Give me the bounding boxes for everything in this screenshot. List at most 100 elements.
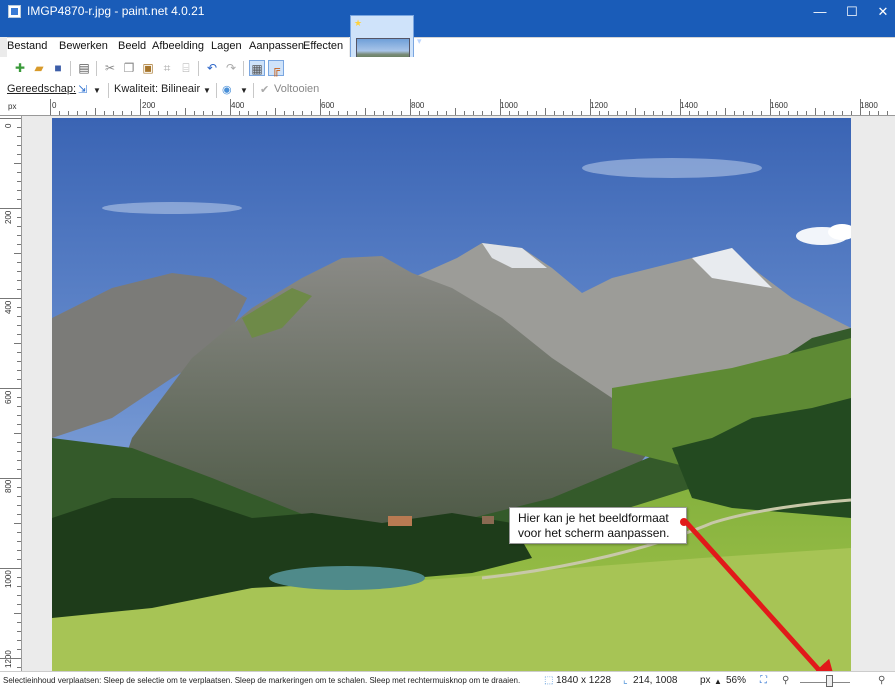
ruler-tick [653,111,654,115]
toolbar-separator [96,61,97,76]
zoom-slider-thumb[interactable] [826,675,833,687]
callout-line-2: voor het scherm aanpassen. [518,526,670,540]
ruler-tick [95,108,96,115]
ruler-tick [482,111,483,115]
ruler-tick [17,406,21,407]
menu-effecten[interactable]: Effecten [303,40,343,52]
ruler-tick [113,111,114,115]
ruler-tick [17,622,21,623]
redo-icon[interactable]: ↷ [223,60,239,76]
image-canvas[interactable] [52,118,851,671]
menu-bar-right [414,37,895,57]
new-icon[interactable]: ✚ [12,60,28,76]
zoom-value[interactable]: 56% [726,675,746,686]
ruler-tick [293,111,294,115]
ruler-tick [17,559,21,560]
finish-button[interactable]: Voltooien [274,83,319,95]
menu-lagen[interactable]: Lagen [211,40,242,52]
ruler-h-label: 1400 [680,101,698,110]
save-icon[interactable]: ■ [50,60,66,76]
ruler-tick [17,280,21,281]
ruler-tick [14,523,21,524]
ruler-tick [17,604,21,605]
main-toolbar: ✚ ▰ ■ ▤ ✂ ❐ ▣ ⌗ ⌸ ↶ ↷ ▦ ╔ [0,57,895,81]
close-button[interactable]: ✕ [869,2,895,22]
ruler-tick [17,217,21,218]
blend-mode-icon[interactable]: ◉ [222,83,232,96]
ruler-tick [599,111,600,115]
ruler-v-label: 0 [4,123,13,128]
zoom-slider-track[interactable] [800,682,850,683]
menu-bewerken[interactable]: Bewerken [59,40,108,52]
undo-icon[interactable]: ↶ [204,60,220,76]
ruler-tick [0,478,21,479]
ruler-tick [17,181,21,182]
ruler-tick [17,496,21,497]
menu-afbeelding[interactable]: Afbeelding [152,40,204,52]
ruler-h-label: 200 [142,101,156,110]
tab-dropdown-icon[interactable]: ▾ [417,36,422,47]
menu-beeld[interactable]: Beeld [118,40,146,52]
ruler-h-label: 1000 [500,101,518,110]
ruler-tick [185,108,186,115]
quality-select[interactable]: Bilineair [161,83,200,95]
ruler-tick [491,111,492,115]
ruler-tick [17,514,21,515]
open-icon[interactable]: ▰ [31,60,47,76]
menu-aanpassen[interactable]: Aanpassen [249,40,304,52]
ruler-tick [590,99,591,115]
paintnet-app-icon[interactable] [8,5,21,18]
menu-bestand[interactable]: Bestand [7,40,47,52]
ruler-tick [671,111,672,115]
unsaved-star-icon: ★ [354,18,363,28]
paintnet-window: IMGP4870-r.jpg - paint.net 4.0.21 — ☐ ✕ … [0,0,895,690]
crop-icon[interactable]: ⌗ [159,60,175,76]
ruler-tick [878,111,879,115]
zoom-to-window-icon[interactable]: ⛶ [760,675,767,686]
move-selection-tool-icon[interactable]: ⇲ [78,83,87,96]
tool-dropdown-icon[interactable]: ▼ [93,86,101,95]
zoom-out-icon[interactable]: ⚲ [782,675,789,686]
ruler-v-label: 1000 [4,570,13,588]
unit-select[interactable]: px [700,675,711,686]
minimize-button[interactable]: — [806,2,834,22]
zoom-in-icon[interactable]: ⚲ [878,675,885,686]
copy-icon[interactable]: ❐ [121,60,137,76]
rulers-icon[interactable]: ╔ [268,60,284,76]
deselect-icon[interactable]: ⌸ [178,60,194,76]
ruler-tick [17,262,21,263]
status-bar: Selectieinhoud verplaatsen: Sleep de sel… [0,671,895,690]
unit-dropdown-icon[interactable]: ▲ [714,677,722,686]
ruler-tick [17,307,21,308]
ruler-tick [140,99,141,115]
ruler-tick [446,111,447,115]
toolbar-separator [70,61,71,76]
ruler-tick [617,111,618,115]
ruler-tick [545,108,546,115]
ruler-tick [17,199,21,200]
ruler-h-label: 800 [411,101,425,110]
ruler-tick [275,108,276,115]
ruler-tick [230,99,231,115]
ruler-tick [17,541,21,542]
ruler-tick [761,111,762,115]
ruler-tick [725,108,726,115]
paste-icon[interactable]: ▣ [140,60,156,76]
cut-icon[interactable]: ✂ [102,60,118,76]
ruler-tick [77,111,78,115]
ruler-tick [17,667,21,668]
blend-dropdown-icon[interactable]: ▼ [240,86,248,95]
ruler-tick [17,271,21,272]
quality-dropdown-icon[interactable]: ▼ [203,86,211,95]
ruler-tick [428,111,429,115]
ruler-tick [17,289,21,290]
print-icon[interactable]: ▤ [76,60,92,76]
ruler-tick [17,334,21,335]
ruler-tick [104,111,105,115]
grid-icon[interactable]: ▦ [249,60,265,76]
ruler-tick [392,111,393,115]
maximize-button[interactable]: ☐ [838,2,866,22]
ruler-tick [131,111,132,115]
ruler-tick [17,235,21,236]
ruler-tick [689,111,690,115]
